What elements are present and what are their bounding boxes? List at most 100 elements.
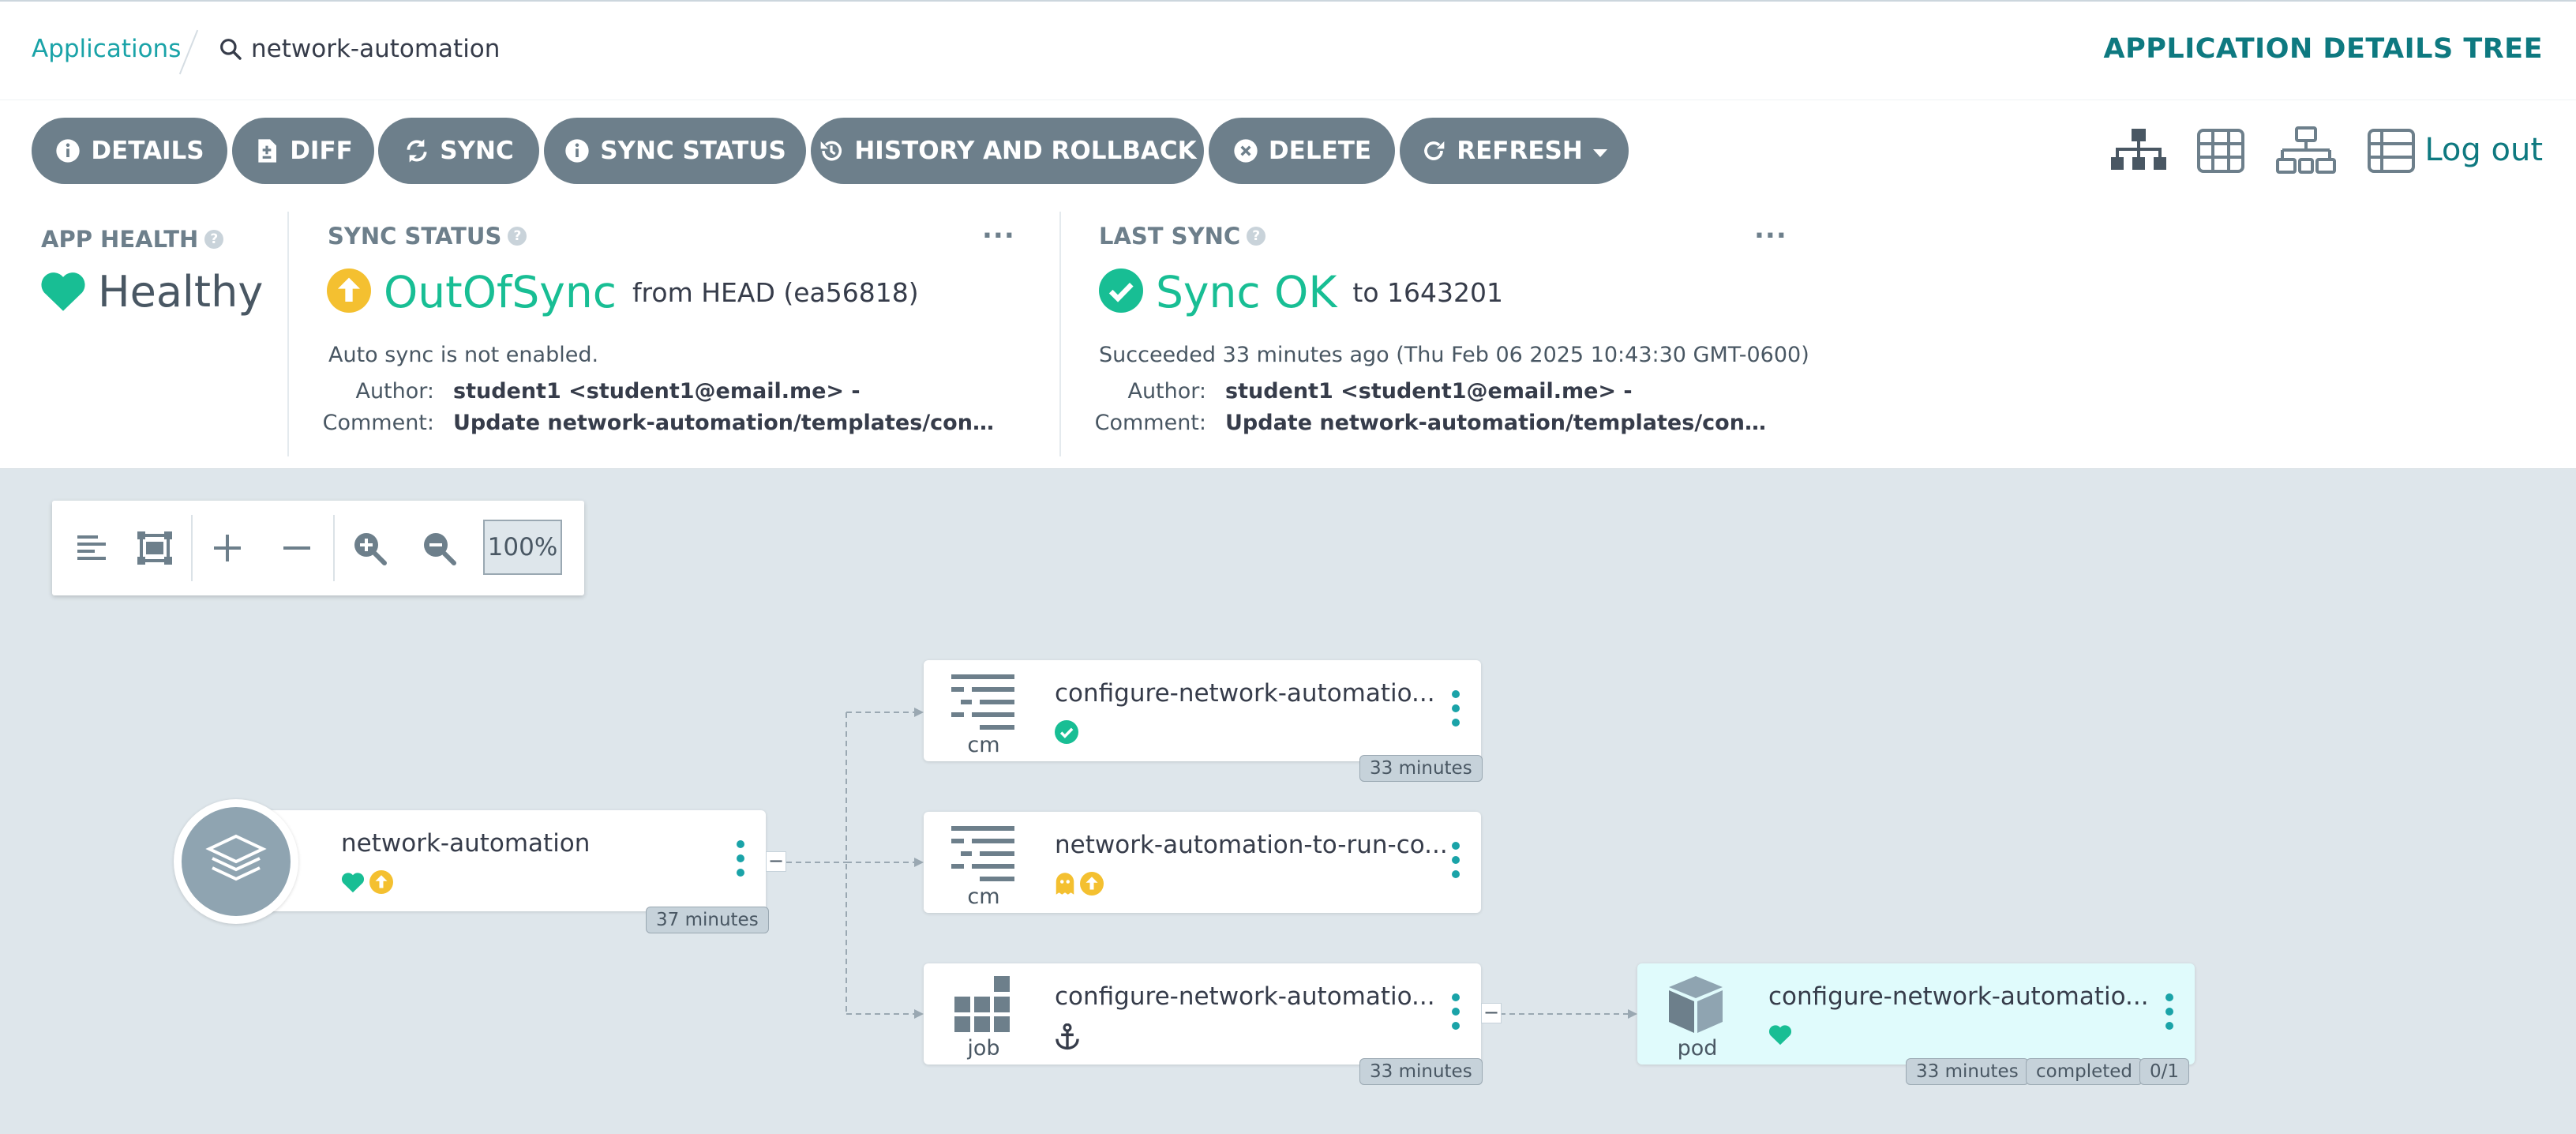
file-diff-icon — [253, 137, 280, 164]
sync-status-value[interactable]: OutOfSync from HEAD (ea56818) — [327, 267, 919, 317]
sync-status-button[interactable]: SYNC STATUS — [544, 118, 806, 184]
refresh-icon — [1420, 137, 1447, 164]
arrow-up-circle-icon — [1080, 872, 1104, 899]
sync-arrows-icon — [403, 137, 430, 164]
node-status-badges — [1768, 1023, 1792, 1049]
tree-view-icon[interactable] — [2108, 122, 2169, 179]
history-icon — [818, 137, 845, 164]
caret-down-icon — [1592, 137, 1608, 165]
node-status-badges — [1055, 720, 1078, 747]
comment-value: Update network-automation/templates/conf… — [453, 411, 1001, 435]
heart-icon — [1768, 1023, 1792, 1049]
details-label: DETAILS — [91, 137, 204, 165]
diff-label: DIFF — [290, 137, 353, 165]
kebab-menu-icon[interactable] — [1451, 842, 1460, 878]
diff-button[interactable]: DIFF — [232, 118, 374, 184]
last-sync-timestamp: Succeeded 33 minutes ago (Thu Feb 06 202… — [1099, 343, 1809, 367]
search-icon — [220, 39, 242, 60]
last-sync-text: Sync OK — [1156, 267, 1337, 317]
pods-grid-view-icon[interactable] — [2190, 122, 2252, 179]
node-name: configure-network-automatio... — [1055, 982, 1435, 1011]
resource-node-cm[interactable]: cm configure-network-automatio... — [924, 660, 1481, 761]
arrow-up-circle-icon — [327, 268, 371, 316]
auto-sync-note: Auto sync is not enabled. — [328, 343, 599, 367]
heart-icon — [341, 871, 365, 896]
age-badge: 33 minutes — [1359, 1058, 1483, 1085]
last-sync-more-icon[interactable]: ... — [1754, 213, 1787, 245]
sync-status-text: OutOfSync — [384, 267, 617, 317]
author-label: Author: — [1127, 379, 1206, 404]
refresh-button[interactable]: REFRESH — [1400, 118, 1629, 184]
kebab-menu-icon[interactable] — [1451, 993, 1460, 1030]
status-panel: APP HEALTH ? Healthy SYNC STATUS ? ... O… — [0, 201, 2576, 469]
breadcrumb-applications[interactable]: Applications — [32, 35, 181, 63]
comment-value: Update network-automation/templates/conf… — [1225, 411, 1773, 435]
heart-icon — [39, 269, 87, 315]
arrow-up-circle-icon — [369, 870, 393, 897]
node-status-badges — [1055, 1023, 1080, 1053]
history-label: HISTORY AND ROLLBACK — [854, 137, 1197, 165]
root-app-icon-circle — [174, 799, 298, 924]
sync-status-more-icon[interactable]: ... — [982, 213, 1015, 245]
pod-status-badge: completed — [2026, 1058, 2143, 1085]
author-value: student1 <student1@email.me> - — [1225, 379, 1633, 404]
ghost-icon — [1055, 872, 1075, 899]
panel-divider — [287, 212, 289, 456]
node-status-badges — [341, 870, 393, 897]
sync-label: SYNC — [440, 137, 514, 165]
sync-comment-row: Comment: Update network-automation/templ… — [311, 411, 1001, 435]
page-title: APPLICATION DETAILS TREE — [2103, 33, 2543, 65]
last-sync-comment-row: Comment: Update network-automation/templ… — [1083, 411, 1773, 435]
sync-button[interactable]: SYNC — [378, 118, 539, 184]
network-view-icon[interactable] — [2275, 122, 2337, 179]
details-button[interactable]: DETAILS — [32, 118, 227, 184]
breadcrumb-separator — [178, 29, 199, 75]
sync-status-title: SYNC STATUS ? — [328, 223, 527, 250]
resource-node-pod[interactable]: pod configure-network-automatio... — [1637, 963, 2195, 1065]
app-health-title: APP HEALTH ? — [41, 226, 224, 253]
sync-status-title-text: SYNC STATUS — [328, 223, 502, 250]
app-health-title-text: APP HEALTH — [41, 226, 199, 253]
action-toolbar: DETAILS DIFF SYNC SYNC STATUS HISTORY AN… — [0, 100, 2576, 201]
kebab-menu-icon[interactable] — [1451, 690, 1460, 727]
resource-node-cm[interactable]: cm network-automation-to-run-co... — [924, 812, 1481, 913]
kebab-menu-icon[interactable] — [736, 840, 745, 877]
delete-label: DELETE — [1268, 137, 1372, 165]
logout-link[interactable]: Log out — [2424, 132, 2543, 168]
root-app-node[interactable]: network-automation — [237, 810, 766, 911]
list-view-icon[interactable] — [2360, 122, 2422, 179]
resource-node-job[interactable]: job configure-network-automatio... — [924, 963, 1481, 1065]
sync-author-row: Author: student1 <student1@email.me> - — [311, 379, 1022, 404]
node-name: configure-network-automatio... — [1768, 982, 2149, 1011]
delete-button[interactable]: DELETE — [1209, 118, 1395, 184]
app-health-value: Healthy — [98, 267, 264, 317]
age-badge: 33 minutes — [1359, 755, 1483, 782]
history-rollback-button[interactable]: HISTORY AND ROLLBACK — [811, 118, 1204, 184]
layers-icon — [182, 807, 291, 916]
collapse-toggle[interactable]: − — [766, 851, 786, 872]
help-icon[interactable]: ? — [1247, 227, 1266, 246]
pod-ready-badge: 0/1 — [2139, 1058, 2190, 1085]
configmap-icon — [944, 823, 1020, 883]
help-icon[interactable]: ? — [204, 230, 224, 249]
kebab-menu-icon[interactable] — [2165, 993, 2174, 1030]
help-icon[interactable]: ? — [508, 227, 527, 246]
sync-status-label: SYNC STATUS — [600, 137, 786, 165]
breadcrumb-app-search[interactable]: network-automation — [218, 35, 500, 63]
node-status-badges — [1055, 872, 1104, 899]
last-sync-revision: to 1643201 — [1352, 276, 1503, 308]
node-name: configure-network-automatio... — [1055, 679, 1435, 708]
anchor-icon — [1055, 1023, 1080, 1053]
last-sync-value[interactable]: Sync OK to 1643201 — [1099, 267, 1503, 317]
last-sync-title: LAST SYNC ? — [1099, 223, 1266, 250]
app-health-status[interactable]: Healthy — [39, 267, 263, 317]
close-circle-icon — [1232, 137, 1259, 164]
check-circle-icon — [1055, 720, 1078, 747]
info-circle-icon — [54, 137, 81, 164]
resource-tree-graph[interactable]: 100% network-automation 37 minutes − cm … — [0, 469, 2576, 1134]
comment-label: Comment: — [322, 411, 434, 435]
node-kind-label: cm — [967, 884, 1000, 909]
node-kind-label: cm — [967, 733, 1000, 757]
check-circle-icon — [1099, 268, 1143, 316]
collapse-toggle[interactable]: − — [1481, 1003, 1502, 1023]
